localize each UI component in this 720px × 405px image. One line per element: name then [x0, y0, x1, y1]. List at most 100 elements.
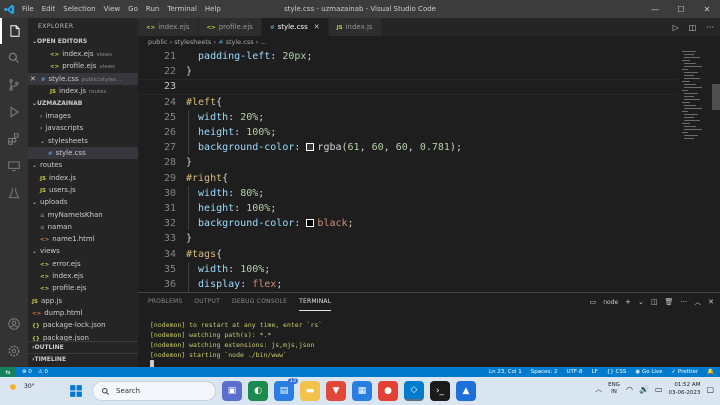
minimize-button[interactable]: —: [642, 0, 668, 18]
testing-icon[interactable]: [0, 180, 28, 206]
chevron-down-icon[interactable]: ⌄: [638, 298, 644, 306]
menu-go[interactable]: Go: [124, 0, 142, 18]
tree-file-dump-html[interactable]: <> dump.html: [28, 307, 138, 319]
chrome-icon[interactable]: ●: [378, 381, 398, 401]
photos-icon[interactable]: ▲: [456, 381, 476, 401]
tree-file-style-css[interactable]: # style.css: [28, 147, 138, 160]
brave-icon[interactable]: ▼: [326, 381, 346, 401]
open-editor-index-js[interactable]: JS index.js routes: [28, 85, 138, 97]
maximize-panel-icon[interactable]: ︿: [694, 297, 701, 307]
color-swatch[interactable]: [306, 143, 315, 152]
vscode-taskbar-icon[interactable]: ◇: [404, 381, 424, 401]
notifications-icon[interactable]: ▢: [706, 385, 714, 394]
tab-index-ejs[interactable]: <> index.ejs: [138, 18, 199, 36]
tab-style-css[interactable]: # style.css ✕: [261, 18, 329, 36]
error-count[interactable]: ⊗ 0: [22, 369, 32, 375]
close-panel-icon[interactable]: ✕: [708, 298, 714, 306]
tab-profile-ejs[interactable]: <> profile.ejs: [198, 18, 262, 36]
tab-output[interactable]: OUTPUT: [194, 293, 220, 311]
wifi-icon[interactable]: ◠: [626, 385, 633, 394]
settings-gear-icon[interactable]: [0, 338, 28, 364]
open-editor-index-ejs[interactable]: <> index.ejs views: [28, 48, 138, 60]
tree-folder-uploads[interactable]: ⌄ uploads: [28, 196, 138, 208]
close-icon[interactable]: ✕: [314, 23, 320, 31]
tree-file-index-js[interactable]: JS index.js: [28, 172, 138, 184]
close-icon[interactable]: ✕: [30, 75, 36, 83]
taskbar-search[interactable]: Search: [92, 381, 216, 401]
source-control-icon[interactable]: [0, 72, 28, 98]
remote-explorer-icon[interactable]: [0, 153, 28, 179]
trash-icon[interactable]: 🗑: [665, 298, 674, 306]
language-indicator[interactable]: ENG IN: [608, 382, 620, 396]
menu-edit[interactable]: Edit: [38, 0, 60, 18]
run-debug-icon[interactable]: [0, 99, 28, 125]
more-actions-icon[interactable]: ···: [706, 23, 714, 32]
terminal-taskbar-icon[interactable]: ›_: [430, 381, 450, 401]
outline-header[interactable]: ›OUTLINE: [28, 341, 138, 353]
go-live-button[interactable]: ◉ Go Live: [635, 369, 662, 375]
language-mode[interactable]: {} CSS: [607, 369, 627, 375]
tree-file-naman[interactable]: ≡ naman: [28, 221, 138, 233]
tab-terminal[interactable]: TERMINAL: [299, 293, 332, 311]
menu-view[interactable]: View: [100, 0, 125, 18]
split-terminal-icon[interactable]: ◫: [651, 298, 658, 306]
volume-icon[interactable]: 🔊: [639, 385, 649, 394]
project-header[interactable]: ⌄UZMAZAINAB: [28, 98, 138, 110]
remote-icon[interactable]: ⇆: [0, 367, 16, 377]
terminal-name[interactable]: node: [603, 299, 618, 306]
battery-icon[interactable]: ▭: [655, 385, 663, 394]
store-icon[interactable]: ▦: [352, 381, 372, 401]
search-icon[interactable]: [0, 45, 28, 71]
minimap[interactable]: [682, 49, 706, 149]
edge-icon[interactable]: ◐: [248, 381, 268, 401]
new-terminal-icon[interactable]: +: [625, 298, 631, 306]
menu-file[interactable]: File: [18, 0, 38, 18]
line-ending[interactable]: LF: [592, 369, 598, 375]
prettier-status[interactable]: ✓ Prettier: [672, 369, 699, 375]
more-actions-icon[interactable]: ···: [680, 298, 687, 306]
file-explorer-icon[interactable]: ▬: [300, 381, 320, 401]
tree-file-name1-html[interactable]: <> name1.html: [28, 233, 138, 245]
tree-folder-images[interactable]: › images: [28, 110, 138, 122]
run-icon[interactable]: ▷: [673, 23, 679, 32]
weather-widget[interactable]: 30°: [6, 380, 35, 394]
notifications-bell-icon[interactable]: 🔔: [707, 369, 714, 375]
terminal-output[interactable]: [nodemon] to restart at any time, enter …: [150, 320, 322, 370]
tree-file-index-ejs[interactable]: <> index.ejs: [28, 270, 138, 282]
task-view-icon[interactable]: ▣: [222, 381, 242, 401]
chevron-up-icon[interactable]: ︿: [595, 384, 602, 394]
editor-scrollbar[interactable]: [712, 84, 720, 110]
code-editor[interactable]: 21 padding-left: 20px; 22} 23 24 #left{ 2…: [138, 49, 720, 292]
tree-folder-routes[interactable]: ⌄ routes: [28, 159, 138, 171]
tab-index-js[interactable]: JS index.js: [328, 18, 382, 36]
warning-count[interactable]: ⚠ 0: [38, 369, 48, 375]
tree-file-mynameiskhan[interactable]: ≡ myNameIsKhan: [28, 209, 138, 221]
menu-help[interactable]: Help: [201, 0, 225, 18]
encoding[interactable]: UTF-8: [567, 369, 583, 375]
clock[interactable]: 01:52 AM 03-06-2023: [668, 381, 700, 397]
tree-file-users-js[interactable]: JS users.js: [28, 184, 138, 196]
teams-icon[interactable]: 13 ▤: [274, 378, 298, 401]
tab-debug-console[interactable]: DEBUG CONSOLE: [232, 293, 287, 311]
extensions-icon[interactable]: [0, 126, 28, 152]
menu-run[interactable]: Run: [142, 0, 163, 18]
timeline-header[interactable]: ›TIMELINE: [28, 353, 138, 365]
close-window-button[interactable]: ✕: [694, 0, 720, 18]
menu-selection[interactable]: Selection: [59, 0, 99, 18]
tree-folder-views[interactable]: ⌄ views: [28, 245, 138, 257]
color-swatch[interactable]: [306, 219, 315, 228]
tab-problems[interactable]: PROBLEMS: [148, 293, 182, 311]
explorer-icon[interactable]: [0, 18, 28, 44]
tree-file-app-js[interactable]: JS app.js: [28, 295, 138, 307]
split-editor-icon[interactable]: ◫: [689, 23, 697, 32]
tree-file-package-lock-json[interactable]: {} package-lock.json: [28, 319, 138, 331]
account-icon[interactable]: [0, 311, 28, 337]
tree-folder-javascripts[interactable]: › javascripts: [28, 122, 138, 134]
menu-terminal[interactable]: Terminal: [163, 0, 201, 18]
tree-file-error-ejs[interactable]: <> error.ejs: [28, 258, 138, 270]
open-editor-profile-ejs[interactable]: <> profile.ejs views: [28, 60, 138, 72]
open-editors-header[interactable]: ⌄OPEN EDITORS: [28, 36, 138, 48]
open-editor-style-css[interactable]: ✕ # style.css public\styles...: [28, 72, 138, 85]
tree-folder-stylesheets[interactable]: ⌄ stylesheets: [28, 135, 138, 147]
indentation[interactable]: Spaces: 2: [531, 369, 558, 375]
